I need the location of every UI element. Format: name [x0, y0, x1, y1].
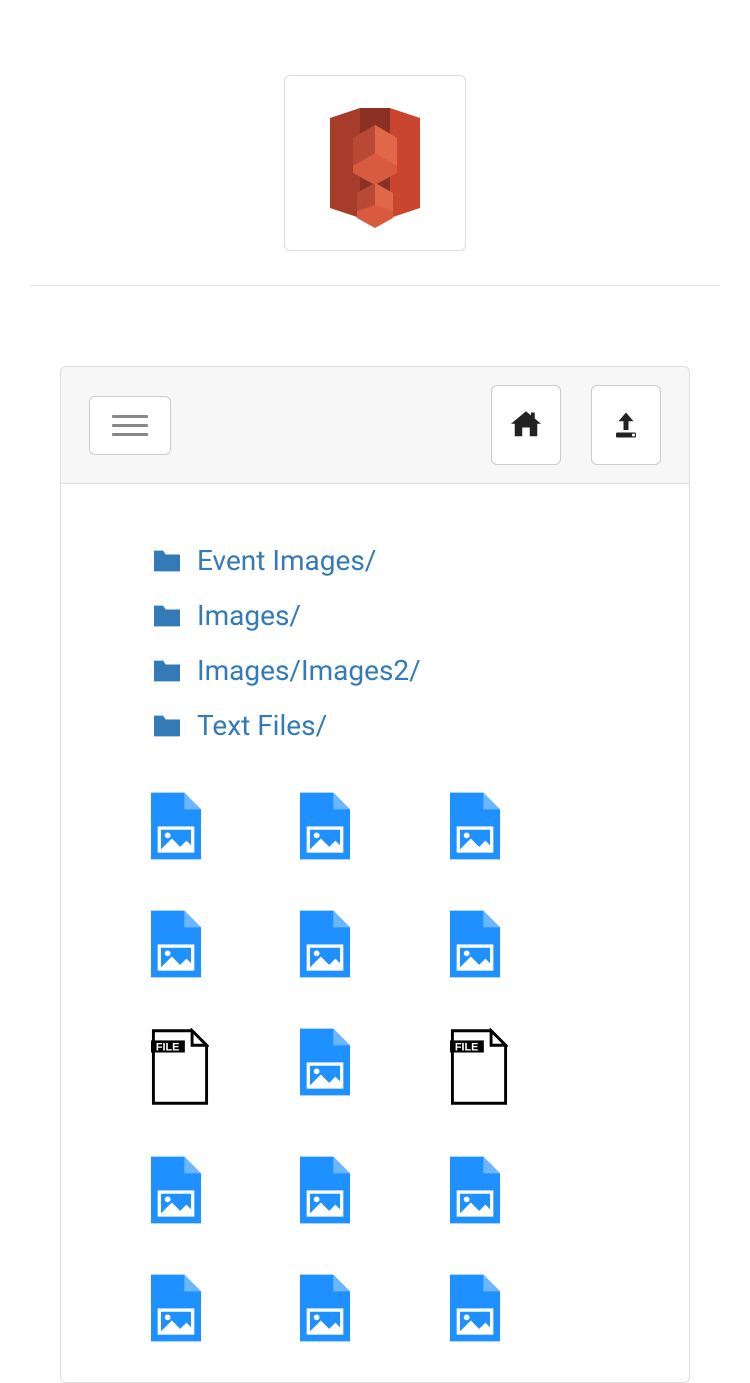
- upload-icon: [611, 410, 641, 440]
- file-image-icon: [450, 792, 500, 860]
- file-item[interactable]: [300, 910, 350, 978]
- file-image-icon: [151, 792, 201, 860]
- file-item[interactable]: [151, 792, 201, 860]
- file-item[interactable]: [151, 1156, 201, 1224]
- header: [30, 0, 720, 286]
- file-image-icon: [450, 1274, 500, 1342]
- file-generic-icon: [151, 1028, 209, 1106]
- hamburger-icon: [112, 415, 148, 418]
- folder-list: Event Images/ Images/ Images/Images2/ Te…: [151, 544, 599, 742]
- file-image-icon: [151, 910, 201, 978]
- file-image-icon: [450, 910, 500, 978]
- home-icon: [511, 411, 541, 439]
- folder-icon: [151, 713, 183, 739]
- file-item[interactable]: [450, 910, 500, 978]
- s3-logo: [284, 75, 466, 251]
- folder-link[interactable]: Images/Images2/: [197, 654, 421, 687]
- folder-item[interactable]: Text Files/: [151, 709, 599, 742]
- upload-button[interactable]: [591, 385, 661, 465]
- folder-item[interactable]: Images/: [151, 599, 599, 632]
- file-item[interactable]: [300, 792, 350, 860]
- file-item[interactable]: [300, 1274, 350, 1342]
- toolbar: [60, 366, 690, 484]
- main-container: Event Images/ Images/ Images/Images2/ Te…: [60, 366, 690, 1383]
- file-item[interactable]: [450, 1274, 500, 1342]
- folder-icon: [151, 548, 183, 574]
- file-item[interactable]: [300, 1156, 350, 1224]
- file-image-icon: [151, 1274, 201, 1342]
- folder-link[interactable]: Text Files/: [197, 709, 327, 742]
- folder-link[interactable]: Images/: [197, 599, 301, 632]
- folder-item[interactable]: Images/Images2/: [151, 654, 599, 687]
- toolbar-actions: [491, 385, 661, 465]
- file-item[interactable]: [450, 792, 500, 860]
- file-item[interactable]: [151, 910, 201, 978]
- file-image-icon: [300, 792, 350, 860]
- file-item[interactable]: [151, 1274, 201, 1342]
- folder-link[interactable]: Event Images/: [197, 544, 376, 577]
- file-grid: [151, 792, 599, 1342]
- menu-toggle-button[interactable]: [89, 396, 171, 455]
- content-panel: Event Images/ Images/ Images/Images2/ Te…: [60, 484, 690, 1383]
- file-image-icon: [300, 1156, 350, 1224]
- file-generic-icon: [450, 1028, 508, 1106]
- s3-bucket-icon: [305, 88, 445, 238]
- file-image-icon: [151, 1156, 201, 1224]
- file-item[interactable]: [450, 1028, 508, 1106]
- file-item[interactable]: [450, 1156, 500, 1224]
- file-item[interactable]: [151, 1028, 209, 1106]
- file-item[interactable]: [300, 1028, 350, 1106]
- folder-icon: [151, 658, 183, 684]
- folder-icon: [151, 603, 183, 629]
- folder-item[interactable]: Event Images/: [151, 544, 599, 577]
- file-image-icon: [300, 1274, 350, 1342]
- file-image-icon: [300, 1028, 350, 1096]
- home-button[interactable]: [491, 385, 561, 465]
- file-image-icon: [450, 1156, 500, 1224]
- file-image-icon: [300, 910, 350, 978]
